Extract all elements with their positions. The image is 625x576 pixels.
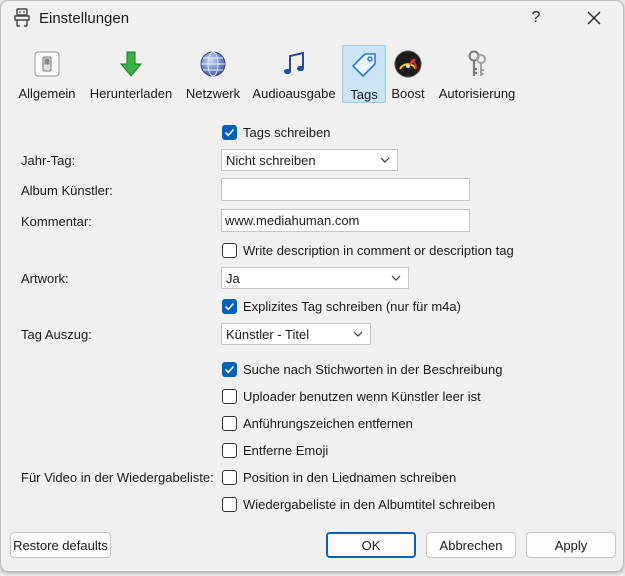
tab-label: Netzwerk [185, 86, 241, 101]
search-keywords-checkbox[interactable]: Suche nach Stichworten in der Beschreibu… [222, 360, 502, 378]
globe-icon [196, 47, 230, 81]
checkbox-label: Explizites Tag schreiben (nur für m4a) [243, 298, 461, 314]
cancel-button[interactable]: Abbrechen [426, 532, 516, 558]
checkbox-unchecked-icon [222, 496, 237, 512]
write-description-checkbox[interactable]: Write description in comment or descript… [222, 241, 514, 259]
tag-extract-select[interactable]: Künstler - Titel [221, 323, 371, 345]
settings-toolbar: Allgemein Herunterladen Netzwerk Audioau… [1, 41, 623, 103]
checkbox-label: Entferne Emoji [243, 442, 329, 458]
tab-tags[interactable]: Tags [342, 45, 386, 103]
use-uploader-checkbox[interactable]: Uploader benutzen wenn Künstler leer ist [222, 387, 481, 405]
chevron-down-icon [380, 157, 390, 163]
checkbox-label: Write description in comment or descript… [243, 242, 514, 258]
help-button[interactable]: ? [513, 1, 559, 35]
checkbox-label: Wiedergabeliste in den Albumtitel schrei… [243, 496, 496, 512]
keys-icon [460, 47, 494, 81]
speedometer-icon [391, 47, 425, 81]
comment-input[interactable]: www.mediahuman.com [221, 209, 470, 232]
app-icon [12, 8, 32, 28]
select-value: Ja [226, 270, 240, 286]
write-tags-checkbox[interactable]: Tags schreiben [222, 123, 330, 141]
comment-label: Kommentar: [21, 214, 92, 229]
year-tag-select[interactable]: Nicht schreiben [221, 149, 398, 171]
tab-boost[interactable]: Boost [390, 45, 426, 103]
tab-label: Audioausgabe [252, 86, 336, 101]
checkbox-label: Position in den Liednamen schreiben [243, 469, 457, 485]
download-arrow-icon [114, 47, 148, 81]
tab-label: Boost [391, 86, 425, 101]
chevron-down-icon [391, 275, 401, 281]
tag-extract-label: Tag Auszug: [21, 327, 92, 342]
apply-button[interactable]: Apply [526, 532, 616, 558]
tab-label: Autorisierung [438, 86, 516, 101]
select-value: Künstler - Titel [226, 326, 310, 342]
checkbox-unchecked-icon [222, 242, 237, 258]
tab-label: Allgemein [18, 86, 76, 101]
position-in-name-checkbox[interactable]: Position in den Liednamen schreiben [222, 468, 456, 486]
album-artist-label: Album Künstler: [21, 183, 113, 198]
checkbox-unchecked-icon [222, 442, 237, 458]
close-button[interactable] [571, 1, 617, 35]
checkbox-checked-icon [222, 124, 237, 140]
music-note-icon [277, 47, 311, 81]
tag-icon [347, 48, 381, 82]
playlist-in-album-checkbox[interactable]: Wiedergabeliste in den Albumtitel schrei… [222, 495, 495, 513]
checkbox-label: Uploader benutzen wenn Künstler leer ist [243, 388, 481, 404]
chevron-down-icon [353, 331, 363, 337]
tab-label: Tags [350, 87, 378, 102]
window-title: Einstellungen [39, 10, 130, 27]
tab-autorisierung[interactable]: Autorisierung [436, 45, 518, 103]
checkbox-checked-icon [222, 298, 237, 314]
checkbox-label: Anführungszeichen entfernen [243, 415, 413, 431]
select-value: Nicht schreiben [226, 152, 316, 168]
remove-quotes-checkbox[interactable]: Anführungszeichen entfernen [222, 414, 413, 432]
checkbox-unchecked-icon [222, 415, 237, 431]
ok-button[interactable]: OK [326, 532, 416, 558]
artwork-label: Artwork: [21, 271, 69, 286]
tab-netzwerk[interactable]: Netzwerk [184, 45, 242, 103]
title-bar: Einstellungen ? [1, 1, 623, 37]
checkbox-unchecked-icon [222, 469, 237, 485]
close-icon [587, 11, 601, 25]
restore-defaults-button[interactable]: Restore defaults [10, 532, 111, 558]
tab-herunterladen[interactable]: Herunterladen [88, 45, 174, 103]
remove-emoji-checkbox[interactable]: Entferne Emoji [222, 441, 328, 459]
album-artist-input[interactable] [221, 178, 470, 201]
year-tag-label: Jahr-Tag: [21, 153, 76, 168]
explicit-tag-checkbox[interactable]: Explizites Tag schreiben (nur für m4a) [222, 297, 461, 315]
settings-window: Einstellungen ? Allgemein Herunterladen … [0, 0, 624, 572]
tab-audioausgabe[interactable]: Audioausgabe [252, 45, 336, 103]
checkbox-unchecked-icon [222, 388, 237, 404]
tab-label: Herunterladen [89, 86, 173, 101]
checkbox-checked-icon [222, 361, 237, 377]
tab-allgemein[interactable]: Allgemein [17, 45, 77, 103]
checkbox-label: Suche nach Stichworten in der Beschreibu… [243, 361, 503, 377]
checkbox-label: Tags schreiben [243, 124, 331, 140]
playlist-video-label: Für Video in der Wiedergabeliste: [21, 470, 214, 485]
switch-icon [30, 47, 64, 81]
artwork-select[interactable]: Ja [221, 267, 409, 289]
